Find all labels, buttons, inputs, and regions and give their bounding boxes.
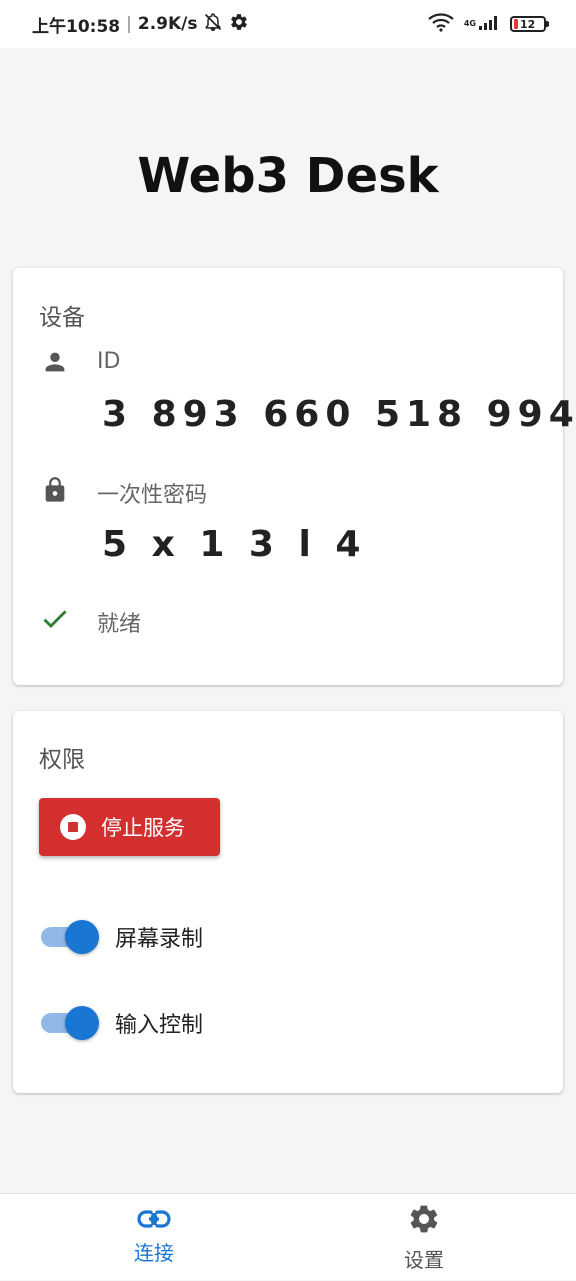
tab-settings[interactable]: 设置 — [280, 1194, 568, 1281]
password-label: 一次性密码 — [97, 483, 208, 508]
battery-level: 12 — [520, 17, 536, 31]
device-id-value[interactable]: 3 893 660 518 994 — [102, 394, 576, 435]
app-title: Web3 Desk — [137, 148, 439, 204]
status-speed: 2.9K/s — [137, 14, 198, 34]
tab-connect-label: 连接 — [134, 1241, 174, 1265]
battery-icon: 12 — [510, 16, 549, 32]
permission-section-title: 权限 — [39, 747, 85, 773]
device-section-title: 设备 — [39, 305, 85, 331]
network-type: 4G — [463, 19, 476, 28]
wifi-icon — [428, 12, 454, 37]
link-icon — [137, 1209, 171, 1233]
input-control-switch[interactable] — [39, 1005, 99, 1041]
switch-thumb — [65, 1006, 99, 1040]
screen-record-label: 屏幕录制 — [115, 927, 204, 952]
id-label: ID — [97, 349, 121, 374]
input-control-row: 输入控制 — [39, 1005, 203, 1041]
status-time: 上午10:58 — [32, 16, 121, 37]
lock-icon — [41, 476, 69, 504]
screen-record-switch[interactable] — [39, 919, 99, 955]
person-icon — [41, 348, 69, 376]
status-separator: | — [126, 14, 132, 34]
screen-record-row: 屏幕录制 — [39, 919, 203, 955]
tab-settings-label: 设置 — [404, 1248, 444, 1272]
bottom-navigation: 连接 设置 — [0, 1193, 576, 1280]
status-bar: 上午10:58 | 2.9K/s 4G 12 — [0, 0, 576, 48]
gear-icon — [407, 1202, 441, 1240]
device-card: 设备 ID 3 893 660 518 994 一次性密码 5 x 1 3 l … — [13, 268, 574, 685]
signal-group: 4G — [464, 13, 500, 36]
input-control-label: 输入控制 — [115, 1013, 204, 1038]
bell-off-icon — [203, 12, 223, 37]
check-icon — [41, 605, 69, 633]
permission-card: 权限 停止服务 屏幕录制 输入控制 — [13, 711, 563, 1093]
signal-icon — [478, 13, 500, 36]
tab-connect[interactable]: 连接 — [10, 1194, 298, 1281]
battery-fill — [514, 19, 518, 29]
status-text: 就绪 — [97, 612, 142, 637]
stop-service-button[interactable]: 停止服务 — [39, 798, 220, 856]
switch-thumb — [65, 920, 99, 954]
gear-icon — [229, 12, 249, 37]
password-value[interactable]: 5 x 1 3 l 4 — [102, 524, 366, 565]
stop-circle-icon — [59, 813, 87, 841]
stop-service-label: 停止服务 — [101, 816, 185, 840]
